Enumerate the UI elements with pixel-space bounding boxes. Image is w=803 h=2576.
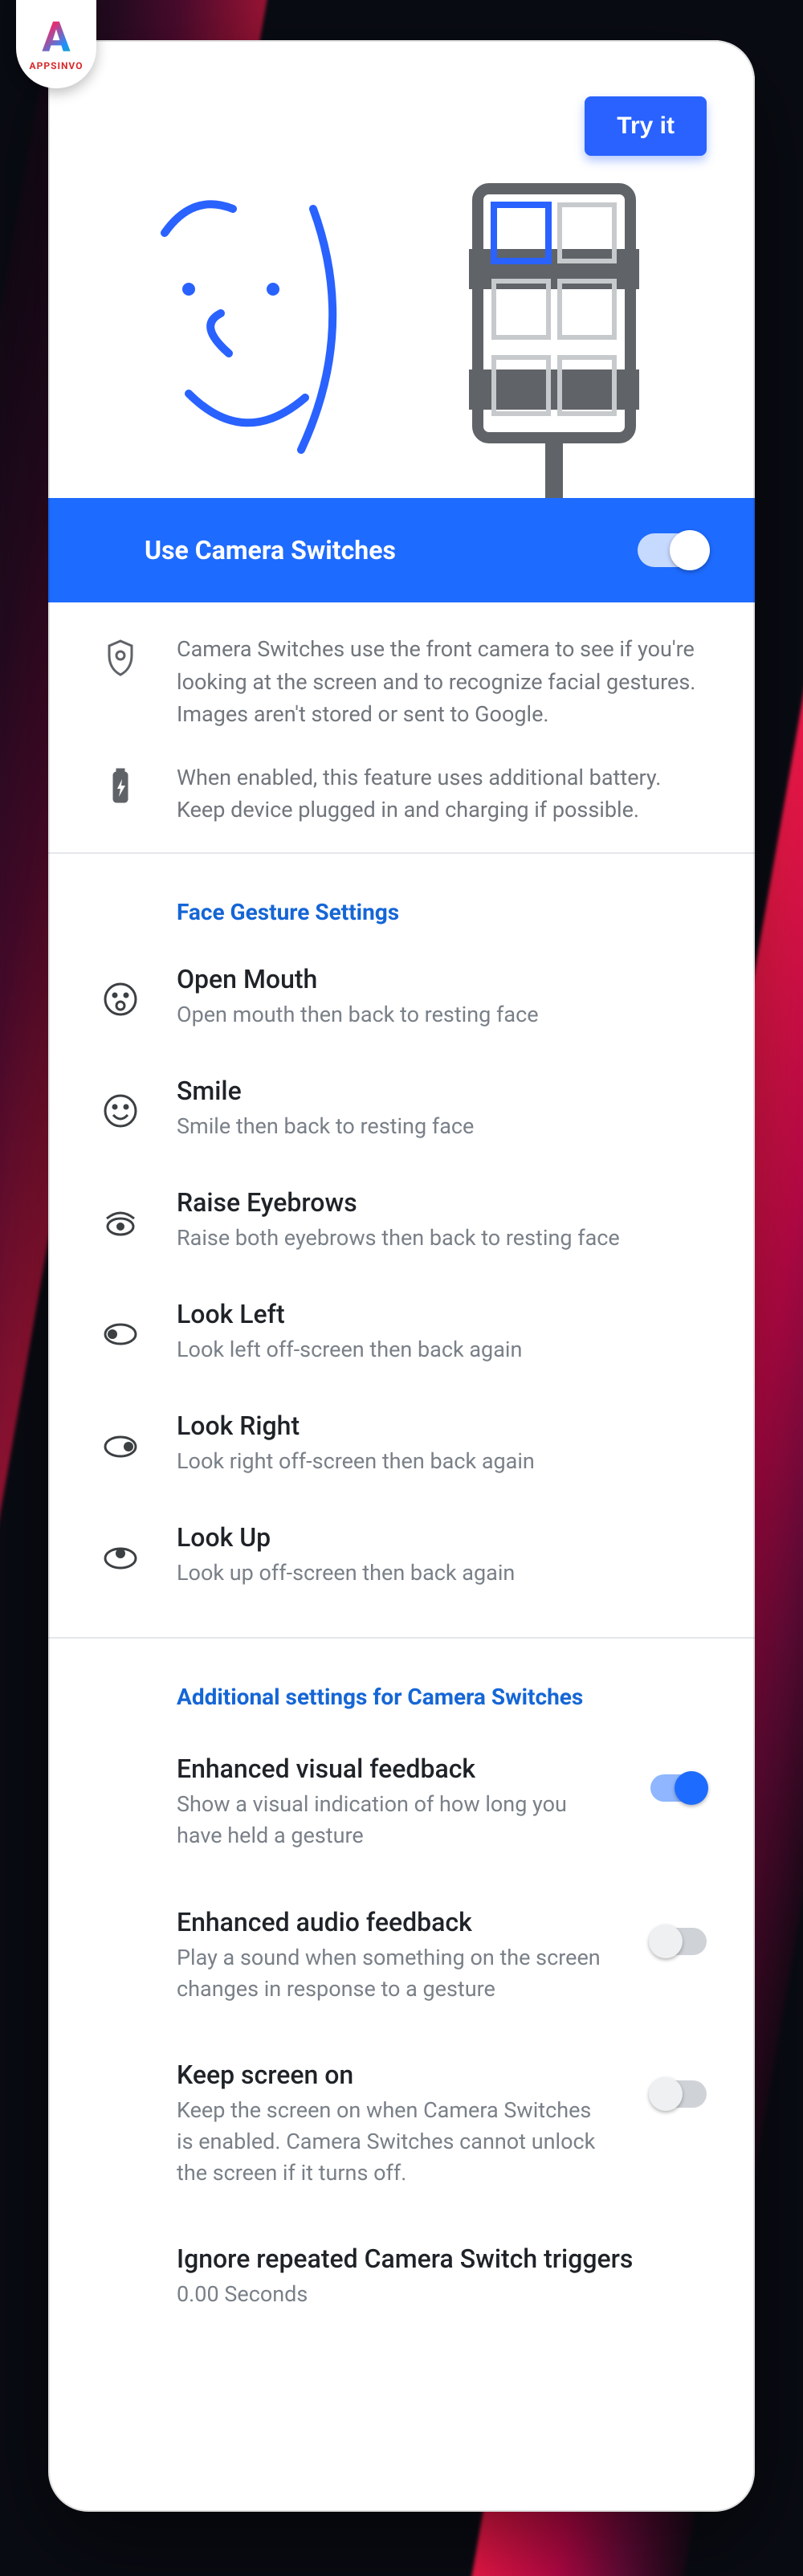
gesture-title: Look Up [177, 1522, 707, 1553]
brand-logo: A APPSINVO [30, 17, 84, 71]
look-right-icon [96, 1410, 145, 1477]
shield-icon [96, 633, 145, 731]
open-mouth-icon [96, 964, 145, 1031]
gesture-title: Smile [177, 1076, 707, 1106]
gesture-desc: Raise both eyebrows then back to resting… [177, 1223, 707, 1254]
master-toggle[interactable] [638, 533, 707, 567]
battery-icon [96, 761, 145, 827]
look-left-icon [96, 1299, 145, 1366]
setting-title: Ignore repeated Camera Switch triggers [177, 2243, 707, 2274]
audio-feedback-toggle[interactable] [650, 1928, 707, 1955]
brand-badge: A APPSINVO [16, 0, 96, 88]
info-privacy-text: Camera Switches use the front camera to … [177, 633, 707, 731]
phone-frame: Try it [48, 40, 755, 2512]
gesture-desc: Smile then back to resting face [177, 1111, 707, 1142]
eyebrow-icon [96, 1187, 145, 1254]
hero-illustration [48, 161, 755, 498]
section-title-additional: Additional settings for Camera Switches [48, 1639, 755, 1726]
setting-desc: Keep the screen on when Camera Switches … [177, 2095, 610, 2189]
setting-desc: 0.00 Seconds [177, 2279, 610, 2310]
phone-mount-icon [469, 189, 639, 498]
gesture-row-raise-eyebrows[interactable]: Raise Eyebrows Raise both eyebrows then … [48, 1165, 755, 1276]
gesture-row-look-up[interactable]: Look Up Look up off-screen then back aga… [48, 1500, 755, 1611]
gesture-desc: Look up off-screen then back again [177, 1557, 707, 1589]
info-row-privacy: Camera Switches use the front camera to … [48, 602, 755, 731]
setting-title: Enhanced audio feedback [177, 1907, 610, 1937]
gesture-desc: Look left off-screen then back again [177, 1334, 707, 1366]
gesture-row-look-left[interactable]: Look Left Look left off-screen then back… [48, 1276, 755, 1388]
gesture-title: Open Mouth [177, 964, 707, 994]
info-row-battery: When enabled, this feature uses addition… [48, 731, 755, 827]
gesture-row-look-right[interactable]: Look Right Look right off-screen then ba… [48, 1388, 755, 1500]
setting-title: Keep screen on [177, 2060, 610, 2090]
gesture-title: Look Left [177, 1299, 707, 1329]
keep-screen-on-toggle[interactable] [650, 2080, 707, 2108]
gesture-title: Raise Eyebrows [177, 1187, 707, 1218]
setting-desc: Show a visual indication of how long you… [177, 1789, 610, 1851]
master-toggle-title: Use Camera Switches [145, 535, 638, 565]
setting-row-ignore-repeated[interactable]: Ignore repeated Camera Switch triggers 0… [48, 2216, 755, 2337]
gesture-title: Look Right [177, 1410, 707, 1441]
gesture-desc: Open mouth then back to resting face [177, 999, 707, 1031]
setting-title: Enhanced visual feedback [177, 1753, 610, 1784]
visual-feedback-toggle[interactable] [650, 1774, 707, 1802]
setting-row-keep-screen-on: Keep screen on Keep the screen on when C… [48, 2032, 755, 2216]
toggle-knob [649, 2077, 683, 2111]
toggle-knob [670, 530, 710, 570]
face-icon [165, 204, 332, 450]
master-toggle-bar: Use Camera Switches [48, 498, 755, 602]
try-it-button[interactable]: Try it [585, 96, 707, 156]
gesture-row-open-mouth[interactable]: Open Mouth Open mouth then back to resti… [48, 941, 755, 1053]
smile-icon [96, 1076, 145, 1142]
toggle-knob [675, 1771, 708, 1805]
look-up-icon [96, 1522, 145, 1589]
gesture-row-smile[interactable]: Smile Smile then back to resting face [48, 1053, 755, 1165]
gesture-desc: Look right off-screen then back again [177, 1446, 707, 1477]
toggle-knob [649, 1925, 683, 1958]
hero-area: Try it [48, 40, 755, 498]
setting-desc: Play a sound when something on the scree… [177, 1942, 610, 2005]
section-title-gestures: Face Gesture Settings [48, 854, 755, 941]
info-battery-text: When enabled, this feature uses addition… [177, 761, 707, 827]
setting-row-visual-feedback: Enhanced visual feedback Show a visual i… [48, 1726, 755, 1879]
setting-row-audio-feedback: Enhanced audio feedback Play a sound whe… [48, 1880, 755, 2032]
